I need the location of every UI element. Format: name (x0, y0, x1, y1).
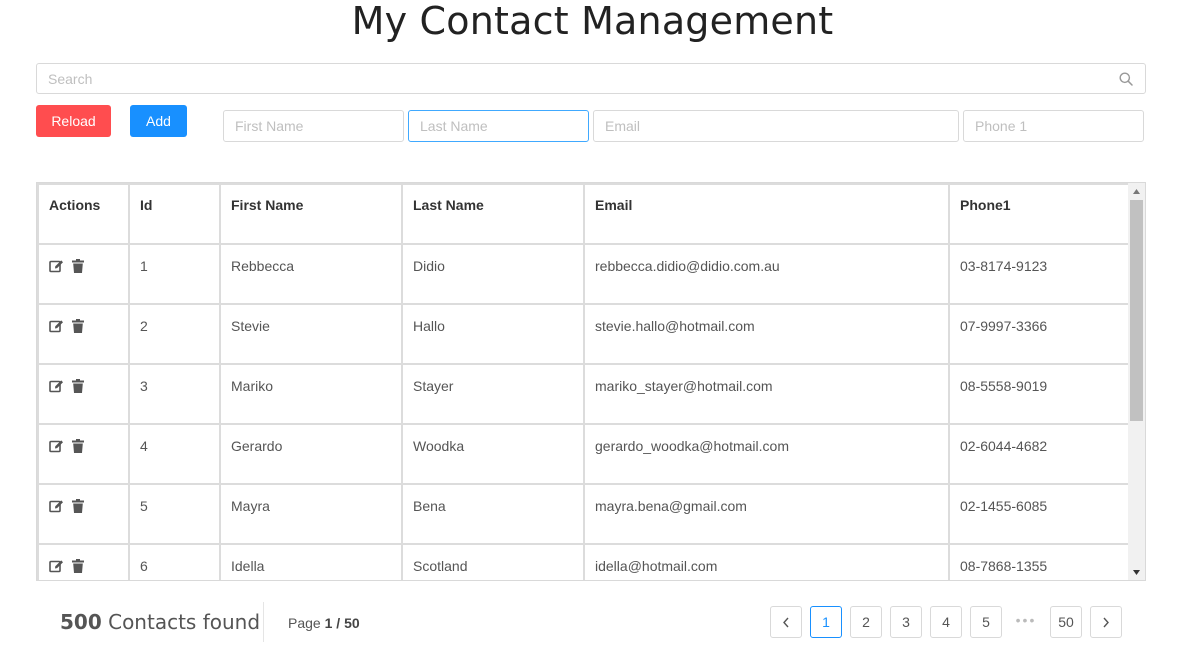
scroll-up-arrow[interactable] (1128, 183, 1145, 199)
phone-field[interactable] (963, 110, 1144, 142)
cell-id: 5 (128, 483, 221, 545)
page-indicator-separator: / (336, 615, 341, 631)
row-actions (37, 243, 130, 305)
edit-icon[interactable] (49, 559, 64, 573)
row-actions (37, 423, 130, 485)
next-page-button[interactable] (1090, 606, 1122, 638)
contacts-table-container: Actions Id First Name Last Name Email Ph… (36, 182, 1146, 581)
row-actions (37, 543, 130, 580)
column-header-actions: Actions (37, 183, 130, 245)
cell-last-name: Scotland (401, 543, 585, 580)
cell-email: mayra.bena@gmail.com (583, 483, 950, 545)
edit-icon[interactable] (49, 499, 64, 513)
page-ellipsis[interactable]: ••• (1010, 612, 1042, 628)
edit-icon[interactable] (49, 439, 64, 453)
cell-phone: 07-9997-3366 (948, 303, 1131, 365)
scroll-down-arrow[interactable] (1128, 564, 1145, 580)
column-header-first-name: First Name (219, 183, 403, 245)
prev-page-button[interactable] (770, 606, 802, 638)
contacts-table: Actions Id First Name Last Name Email Ph… (37, 183, 1131, 580)
table-row[interactable]: 5 Mayra Bena mayra.bena@gmail.com 02-1455-60… (37, 483, 1131, 545)
edit-icon[interactable] (49, 259, 64, 273)
page-button-1[interactable]: 1 (810, 606, 842, 638)
table-row[interactable]: 2 Stevie Hallo stevie.hallo@hotmail.com 07-9… (37, 303, 1131, 365)
page-title: My Contact Management (351, 0, 834, 43)
cell-phone: 02-6044-4682 (948, 423, 1131, 485)
page-button-50[interactable]: 50 (1050, 606, 1082, 638)
add-button[interactable]: Add (130, 105, 187, 137)
page-indicator: Page 1 / 50 (288, 615, 360, 631)
page-button-4[interactable]: 4 (930, 606, 962, 638)
row-actions (37, 303, 130, 365)
trash-icon[interactable] (72, 319, 84, 333)
cell-id: 4 (128, 423, 221, 485)
search-bar (36, 63, 1146, 94)
scrollbar-thumb[interactable] (1130, 200, 1143, 421)
trash-icon[interactable] (72, 439, 84, 453)
trash-icon[interactable] (72, 559, 84, 573)
contacts-count: 500 Contacts found (60, 610, 260, 634)
column-header-last-name: Last Name (401, 183, 585, 245)
cell-phone: 08-7868-1355 (948, 543, 1131, 580)
page-indicator-prefix: Page (288, 615, 321, 631)
cell-first-name: Idella (219, 543, 403, 580)
page-button-5[interactable]: 5 (970, 606, 1002, 638)
email-field[interactable] (593, 110, 959, 142)
cell-email: stevie.hallo@hotmail.com (583, 303, 950, 365)
cell-first-name: Rebbecca (219, 243, 403, 305)
table-row[interactable]: 6 Idella Scotland idella@hotmail.com 08-7868… (37, 543, 1131, 580)
trash-icon[interactable] (72, 499, 84, 513)
cell-email: rebbecca.didio@didio.com.au (583, 243, 950, 305)
cell-last-name: Bena (401, 483, 585, 545)
row-actions (37, 483, 130, 545)
cell-id: 3 (128, 363, 221, 425)
contacts-count-label: Contacts found (108, 610, 261, 634)
cell-last-name: Woodka (401, 423, 585, 485)
cell-first-name: Stevie (219, 303, 403, 365)
cell-phone: 02-1455-6085 (948, 483, 1131, 545)
cell-last-name: Stayer (401, 363, 585, 425)
search-icon[interactable] (1119, 72, 1133, 86)
cell-email: idella@hotmail.com (583, 543, 950, 580)
table-row[interactable]: 1 Rebbecca Didio rebbecca.didio@didio.com.a… (37, 243, 1131, 305)
table-row[interactable]: 3 Mariko Stayer mariko_stayer@hotmail.com 08… (37, 363, 1131, 425)
table-header-row: Actions Id First Name Last Name Email Ph… (37, 183, 1131, 245)
cell-id: 2 (128, 303, 221, 365)
cell-last-name: Hallo (401, 303, 585, 365)
cell-first-name: Gerardo (219, 423, 403, 485)
page-button-3[interactable]: 3 (890, 606, 922, 638)
page-indicator-current: 1 (324, 615, 333, 631)
footer-divider (263, 602, 264, 642)
cell-id: 1 (128, 243, 221, 305)
edit-icon[interactable] (49, 319, 64, 333)
cell-email: gerardo_woodka@hotmail.com (583, 423, 950, 485)
column-header-phone: Phone1 (948, 183, 1131, 245)
column-header-id: Id (128, 183, 221, 245)
cell-id: 6 (128, 543, 221, 580)
reload-button[interactable]: Reload (36, 105, 111, 137)
cell-phone: 08-5558-9019 (948, 363, 1131, 425)
cell-phone: 03-8174-9123 (948, 243, 1131, 305)
search-input[interactable] (37, 64, 1145, 93)
row-actions (37, 363, 130, 425)
edit-icon[interactable] (49, 379, 64, 393)
trash-icon[interactable] (72, 379, 84, 393)
table-scrollbar[interactable] (1128, 183, 1145, 580)
first-name-field[interactable] (223, 110, 404, 142)
page-indicator-total: 50 (344, 615, 360, 631)
trash-icon[interactable] (72, 259, 84, 273)
chevron-right-icon (1103, 617, 1109, 628)
table-row[interactable]: 4 Gerardo Woodka gerardo_woodka@hotmail.com… (37, 423, 1131, 485)
contacts-count-number: 500 (60, 610, 102, 634)
cell-last-name: Didio (401, 243, 585, 305)
column-header-email: Email (583, 183, 950, 245)
cell-email: mariko_stayer@hotmail.com (583, 363, 950, 425)
chevron-left-icon (783, 617, 789, 628)
cell-first-name: Mayra (219, 483, 403, 545)
last-name-field[interactable] (408, 110, 589, 142)
page-button-2[interactable]: 2 (850, 606, 882, 638)
cell-first-name: Mariko (219, 363, 403, 425)
